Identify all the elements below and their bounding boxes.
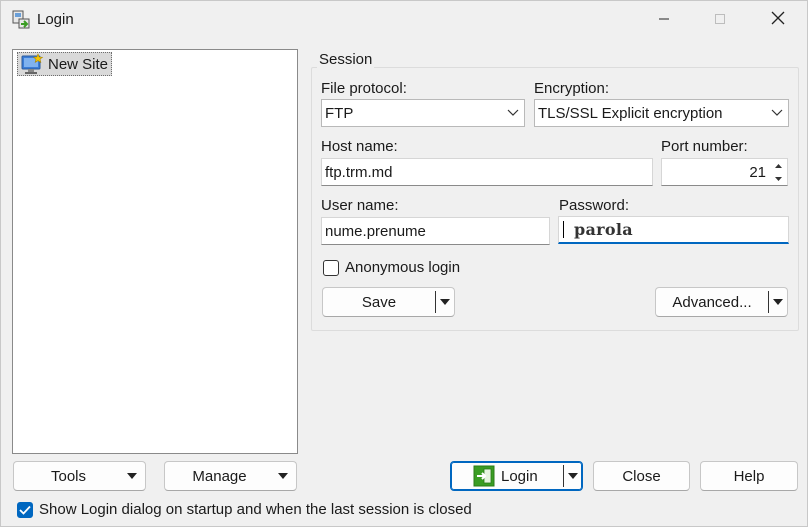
- monitor-star-icon: [20, 53, 44, 75]
- port-number-label: Port number:: [661, 138, 748, 155]
- minimize-button[interactable]: [641, 1, 687, 39]
- spin-down-icon[interactable]: [769, 172, 787, 185]
- site-tree[interactable]: New Site: [12, 49, 298, 454]
- manage-button[interactable]: Manage: [164, 461, 297, 491]
- help-button[interactable]: Help: [700, 461, 798, 491]
- close-button[interactable]: Close: [593, 461, 690, 491]
- user-name-label: User name:: [321, 197, 399, 214]
- chevron-down-icon: [766, 100, 788, 126]
- text-caret: [563, 221, 564, 238]
- close-button-label: Close: [622, 467, 661, 485]
- anonymous-login-checkbox[interactable]: Anonymous login: [323, 259, 460, 276]
- login-button[interactable]: Login: [450, 461, 583, 491]
- login-arrow-icon: [473, 465, 499, 487]
- port-number-value: 21: [749, 163, 766, 181]
- save-button-label: Save: [361, 293, 397, 311]
- title-bar: Login: [1, 1, 807, 39]
- show-login-checkbox[interactable]: Show Login dialog on startup and when th…: [17, 501, 472, 518]
- caret-down-icon: [270, 473, 296, 479]
- show-login-label: Show Login dialog on startup and when th…: [39, 501, 472, 518]
- encryption-value: TLS/SSL Explicit encryption: [538, 104, 723, 122]
- close-icon: [771, 11, 785, 29]
- file-protocol-select[interactable]: FTP: [321, 99, 525, 127]
- host-name-label: Host name:: [321, 138, 398, 155]
- password-input[interactable]: parola: [558, 216, 789, 244]
- caret-down-icon[interactable]: [436, 299, 454, 305]
- host-name-value: ftp.trm.md: [325, 163, 393, 181]
- encryption-label: Encryption:: [534, 80, 610, 97]
- caret-down-icon: [119, 473, 145, 479]
- checkbox-box: [17, 501, 33, 518]
- maximize-button: [697, 1, 743, 39]
- checkbox-box: [323, 259, 339, 276]
- host-name-input[interactable]: ftp.trm.md: [321, 158, 653, 186]
- advanced-button[interactable]: Advanced...: [655, 287, 788, 317]
- site-item-label: New Site: [48, 55, 109, 73]
- caret-down-icon[interactable]: [564, 473, 582, 479]
- user-name-input[interactable]: nume.prenume: [321, 217, 550, 245]
- save-button[interactable]: Save: [322, 287, 455, 317]
- advanced-button-label: Advanced...: [672, 293, 752, 311]
- winscp-login-icon: [11, 10, 31, 30]
- manage-button-label: Manage: [192, 467, 247, 485]
- encryption-select[interactable]: TLS/SSL Explicit encryption: [534, 99, 789, 127]
- password-label: Password:: [559, 197, 630, 214]
- file-protocol-label: File protocol:: [321, 80, 407, 97]
- login-dialog: Login New Site Session File protocol: FT…: [0, 0, 808, 527]
- tools-button-label: Tools: [50, 467, 87, 485]
- caret-down-icon[interactable]: [769, 299, 787, 305]
- help-button-label: Help: [733, 467, 765, 485]
- password-value: parola: [574, 220, 633, 239]
- minimize-icon: [658, 12, 670, 29]
- port-spinner: [769, 159, 787, 185]
- spin-up-icon[interactable]: [769, 159, 787, 172]
- maximize-icon: [714, 12, 726, 29]
- tools-button[interactable]: Tools: [13, 461, 146, 491]
- session-legend: Session: [317, 51, 375, 68]
- anonymous-login-label: Anonymous login: [345, 259, 461, 276]
- close-window-button[interactable]: [755, 1, 801, 39]
- user-name-value: nume.prenume: [325, 222, 426, 240]
- port-number-stepper[interactable]: 21: [661, 158, 788, 186]
- window-title: Login: [37, 11, 74, 28]
- login-button-label: Login: [501, 467, 538, 485]
- site-item-new-site[interactable]: New Site: [17, 52, 113, 76]
- file-protocol-value: FTP: [325, 104, 354, 122]
- chevron-down-icon: [502, 100, 524, 126]
